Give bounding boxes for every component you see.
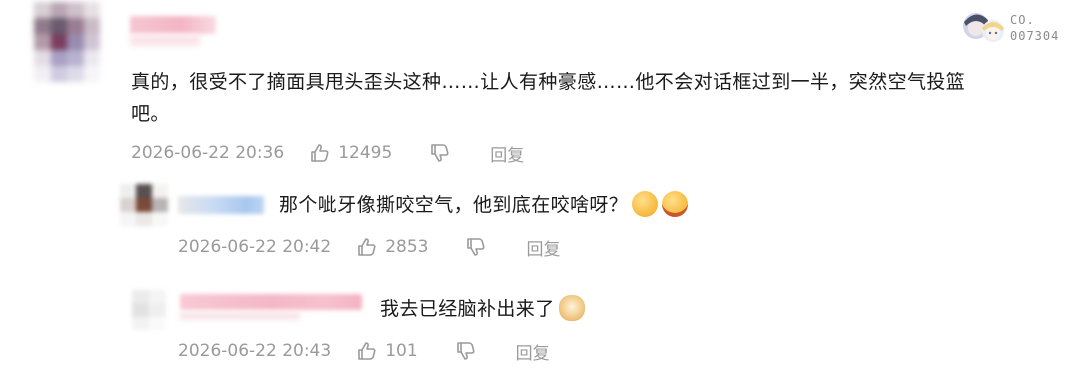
like-button[interactable]: 2853 bbox=[357, 237, 428, 257]
watermark-badge: CO. 007304 bbox=[960, 6, 1059, 50]
reply-body-text: 我去已经脑补出来了 bbox=[380, 298, 555, 320]
thumbs-down-icon bbox=[456, 342, 475, 360]
like-count: 2853 bbox=[385, 237, 429, 257]
like-button[interactable]: 101 bbox=[357, 341, 418, 361]
like-count: 101 bbox=[385, 341, 418, 361]
reply-meta: 2026-06-22 20:42 2853 回复 bbox=[178, 235, 560, 260]
comment-thread: CO. 007304 真的，很受不了摘面具甩头歪头这种……让人有种豪感……他不会… bbox=[0, 0, 1080, 374]
thumbs-up-icon bbox=[358, 342, 376, 360]
reply-button[interactable]: 回复 bbox=[526, 235, 560, 260]
thumbs-up-icon bbox=[311, 144, 329, 162]
reply-body: 那个呲牙像撕咬空气，他到底在咬啥呀？ bbox=[279, 189, 759, 221]
comment-body-line1: 真的，很受不了摘面具甩头歪头这种……让人有种豪感……他不会对话框过到一半，突然空… bbox=[131, 71, 966, 93]
dislike-button[interactable] bbox=[430, 143, 450, 163]
like-button[interactable]: 12495 bbox=[310, 143, 392, 163]
thumbs-up-icon bbox=[358, 238, 376, 256]
thumbs-down-icon bbox=[431, 144, 449, 162]
comment-body: 真的，很受不了摘面具甩头歪头这种……让人有种豪感……他不会对话框过到一半，突然空… bbox=[131, 66, 1061, 130]
reply-body-text: 那个呲牙像撕咬空气，他到底在咬啥呀？ bbox=[279, 194, 629, 216]
username-blurred[interactable] bbox=[180, 294, 362, 310]
hand-over-face-emoji bbox=[632, 191, 659, 217]
avatar[interactable] bbox=[120, 184, 168, 226]
username-blurred[interactable] bbox=[178, 196, 264, 214]
comment-body-line2: 吧。 bbox=[131, 103, 170, 125]
comment-timestamp: 2026-06-22 20:36 bbox=[131, 143, 285, 163]
dislike-button[interactable] bbox=[466, 237, 486, 257]
avatar[interactable] bbox=[132, 290, 166, 330]
watermark-id: CO. 007304 bbox=[1010, 12, 1059, 44]
like-count: 12495 bbox=[338, 143, 393, 163]
grimace-emoji bbox=[662, 191, 689, 217]
watermark-line2: 007304 bbox=[1010, 29, 1060, 43]
username-blurred bbox=[130, 34, 200, 46]
username-blurred[interactable] bbox=[130, 16, 216, 34]
reply-meta: 2026-06-22 20:43 101 回复 bbox=[178, 339, 550, 364]
avatar[interactable] bbox=[34, 2, 100, 82]
dislike-button[interactable] bbox=[456, 341, 476, 361]
reply-button[interactable]: 回复 bbox=[516, 339, 550, 364]
watermark-line1: CO. bbox=[1010, 13, 1035, 27]
watermark-avatar-icon bbox=[960, 6, 1008, 50]
reply-timestamp: 2026-06-22 20:42 bbox=[178, 237, 332, 257]
dog-face-emoji bbox=[558, 295, 585, 321]
reply-timestamp: 2026-06-22 20:43 bbox=[178, 341, 332, 361]
reply-body: 我去已经脑补出来了 bbox=[380, 293, 680, 325]
reply-button[interactable]: 回复 bbox=[490, 141, 524, 166]
username-blurred bbox=[180, 312, 300, 320]
thumbs-down-icon bbox=[467, 238, 486, 256]
comment-meta: 2026-06-22 20:36 12495 回复 bbox=[131, 141, 524, 166]
